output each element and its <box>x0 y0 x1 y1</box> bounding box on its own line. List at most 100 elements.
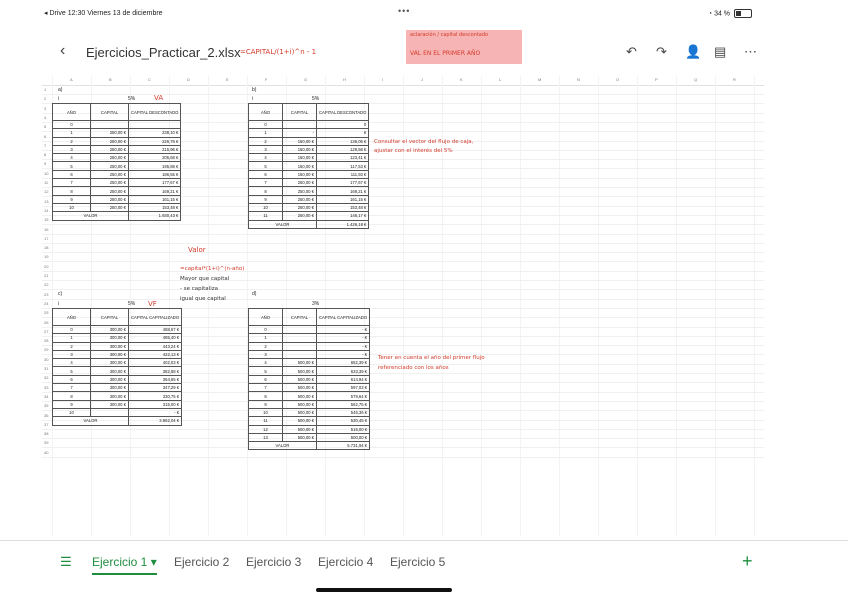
row-header[interactable]: 31 <box>44 366 48 371</box>
table-cell[interactable]: 250,00 € <box>282 178 317 188</box>
column-header[interactable]: B <box>109 77 112 82</box>
row-header[interactable]: 40 <box>44 450 48 455</box>
row-header[interactable]: 35 <box>44 403 48 408</box>
table-cell[interactable]: 13 <box>248 432 283 443</box>
row-header[interactable]: 10 <box>44 171 48 176</box>
column-header[interactable]: M <box>538 77 541 82</box>
table-cell[interactable]: 500,00 € <box>282 399 317 409</box>
table-cell[interactable]: 3 <box>248 144 283 155</box>
table-cell[interactable]: 488,67 € <box>127 324 183 335</box>
table-cell[interactable] <box>282 324 317 335</box>
table-cell[interactable]: 3 <box>52 349 91 360</box>
table-cell[interactable] <box>90 119 129 130</box>
table-cell[interactable]: 4 <box>52 153 91 163</box>
column-header[interactable]: J <box>421 77 423 82</box>
rate-d[interactable]: 3% <box>312 301 319 307</box>
table-cell[interactable]: 1 <box>52 128 91 138</box>
table-cell[interactable]: 443,24 € <box>127 341 183 351</box>
table-cell[interactable]: 226,76 € <box>127 136 182 146</box>
table-cell[interactable]: 465,40 € <box>127 333 183 343</box>
row-header[interactable]: 36 <box>44 413 48 418</box>
column-header[interactable]: R <box>733 77 736 82</box>
table-cell[interactable]: 500,00 € <box>315 432 371 443</box>
table-cell[interactable]: 5 <box>52 366 91 376</box>
table-cell[interactable]: 300,00 € <box>90 341 129 351</box>
table-cell[interactable]: 8 <box>52 186 91 196</box>
table-cell[interactable]: 300,00 € <box>90 383 129 393</box>
tab-ejercicio-2[interactable]: Ejercicio 2 <box>174 555 229 569</box>
table-cell[interactable]: - € <box>315 324 371 335</box>
table-cell[interactable] <box>90 407 129 418</box>
table-cell[interactable]: 5 <box>248 161 283 171</box>
column-header[interactable]: O <box>616 77 619 82</box>
row-header[interactable]: 26 <box>44 320 48 325</box>
table-cell[interactable]: 186,55 € <box>127 169 182 180</box>
table-cell[interactable]: 9 <box>248 194 283 204</box>
table-cell[interactable]: 11 <box>248 211 283 221</box>
table-cell[interactable]: 562,75 € <box>315 399 371 409</box>
home-indicator[interactable] <box>316 588 452 592</box>
row-header[interactable]: 33 <box>44 385 48 390</box>
table-cell[interactable]: - <box>282 128 317 138</box>
table-cell[interactable]: 10 <box>52 202 91 213</box>
column-header[interactable]: D <box>187 77 190 82</box>
sheets-list-icon[interactable]: ☰ <box>60 554 72 570</box>
table-cell[interactable]: 8 <box>248 391 283 401</box>
table-cell[interactable]: 8 <box>52 391 91 401</box>
total-value[interactable]: 5.731,94 € <box>315 441 371 451</box>
table-cell[interactable]: 2 <box>248 136 283 146</box>
table-cell[interactable]: 250,00 € <box>90 169 129 180</box>
row-header[interactable]: 29 <box>44 347 48 352</box>
table-cell[interactable]: 250,00 € <box>282 186 317 196</box>
table-cell[interactable]: 1 <box>52 333 91 343</box>
table-cell[interactable]: 347,29 € <box>127 383 183 393</box>
table-cell[interactable]: 300,00 € <box>90 374 129 385</box>
table-cell[interactable]: 250,00 € <box>90 194 129 204</box>
table-cell[interactable]: 7 <box>248 383 283 393</box>
undo-icon[interactable]: ↶ <box>626 44 637 60</box>
table-cell[interactable]: 300,00 € <box>90 349 129 360</box>
table-cell[interactable]: 515,00 € <box>315 424 371 434</box>
row-header[interactable]: 22 <box>44 282 48 287</box>
table-cell[interactable]: 205,68 € <box>127 153 182 163</box>
table-cell[interactable]: 597,03 € <box>315 383 371 393</box>
row-header[interactable]: 21 <box>44 273 48 278</box>
row-header[interactable]: 16 <box>44 227 48 232</box>
table-cell[interactable] <box>282 333 317 343</box>
row-header[interactable]: 18 <box>44 245 48 250</box>
table-cell[interactable]: 500,00 € <box>282 358 317 368</box>
column-header[interactable]: L <box>499 77 501 82</box>
table-cell[interactable]: 530,45 € <box>315 416 371 426</box>
comment-icon[interactable]: ▤ <box>714 44 726 60</box>
table-cell[interactable]: 250,00 € <box>90 202 129 213</box>
row-header[interactable]: 37 <box>44 422 48 427</box>
table-cell[interactable]: 500,00 € <box>282 383 317 393</box>
table-cell[interactable]: 1 <box>248 128 283 138</box>
table-cell[interactable]: 300,00 € <box>90 391 129 401</box>
column-header[interactable]: H <box>343 77 346 82</box>
add-sheet-button[interactable]: + <box>742 551 753 572</box>
table-cell[interactable]: 6 <box>248 374 283 385</box>
table-cell[interactable]: 250,00 € <box>282 194 317 204</box>
table-cell[interactable]: 6 <box>52 169 91 180</box>
table-cell[interactable]: 500,00 € <box>282 432 317 443</box>
tab-ejercicio-3[interactable]: Ejercicio 3 <box>246 555 301 569</box>
row-header[interactable]: 9 <box>44 161 46 166</box>
tab-ejercicio-4[interactable]: Ejercicio 4 <box>318 555 373 569</box>
total-value[interactable]: 1.426,18 € <box>315 219 370 229</box>
table-cell[interactable]: 2 <box>248 341 283 351</box>
row-header[interactable]: 12 <box>44 189 48 194</box>
table-cell[interactable]: 153,48 € <box>315 202 370 213</box>
table-cell[interactable] <box>282 119 317 130</box>
table-cell[interactable]: 4 <box>248 358 283 368</box>
table-cell[interactable]: € <box>315 128 370 138</box>
column-header[interactable]: A <box>70 77 73 82</box>
tab-ejercicio-5[interactable]: Ejercicio 5 <box>390 555 445 569</box>
table-cell[interactable]: 500,00 € <box>282 407 317 418</box>
table-cell[interactable]: 177,67 € <box>127 178 182 188</box>
table-cell[interactable]: 153,48 € <box>127 202 182 213</box>
table-cell[interactable]: 579,64 € <box>315 391 371 401</box>
table-cell[interactable]: 6 <box>248 169 283 180</box>
table-cell[interactable]: 129,58 € <box>315 144 370 155</box>
table-cell[interactable]: 150,00 € <box>282 161 317 171</box>
